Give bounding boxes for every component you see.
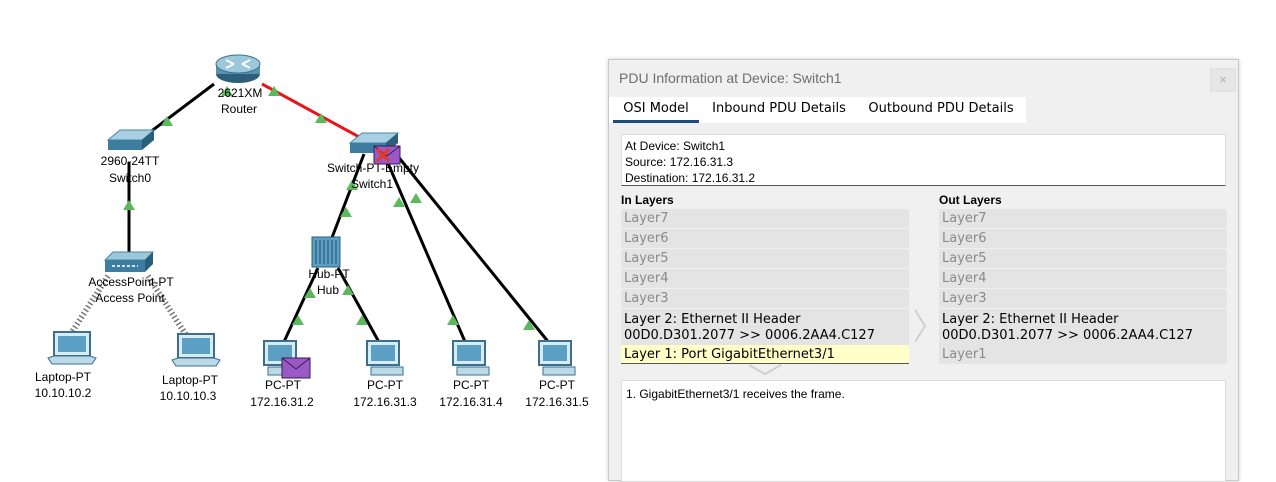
out-layer-4[interactable]: Layer4 — [939, 269, 1227, 288]
in-layer-2-title: Layer 2: Ethernet II Header — [624, 312, 801, 327]
laptop1-ip-label: 10.10.10.2 — [35, 386, 92, 400]
link-light-icon — [410, 193, 422, 203]
pc-icon[interactable] — [538, 340, 576, 376]
switch1-name-label: Switch1 — [351, 177, 393, 191]
out-layer-2-title: Layer 2: Ethernet II Header — [942, 312, 1119, 327]
pc-icon[interactable] — [452, 340, 490, 376]
in-layer-7[interactable]: Layer7 — [621, 209, 909, 228]
out-layer-5[interactable]: Layer5 — [939, 249, 1227, 268]
link-router-switch1[interactable] — [261, 82, 373, 146]
forward-arrow-icon — [914, 309, 927, 343]
switch1-model-label: Switch-PT-Empty — [327, 161, 419, 175]
in-layer-4[interactable]: Layer4 — [621, 269, 909, 288]
pdu-envelope-icon[interactable] — [281, 357, 311, 379]
out-layer-1[interactable]: Layer1 — [939, 345, 1227, 364]
pc2-model-label: PC-PT — [367, 378, 404, 392]
out-layer-3[interactable]: Layer3 — [939, 289, 1227, 308]
link-light-icon — [123, 200, 135, 210]
hub-icon[interactable] — [311, 236, 341, 268]
window-title: PDU Information at Device: Switch1 — [619, 70, 842, 86]
laptop1-model-label: Laptop-PT — [35, 370, 92, 384]
laptop-icon[interactable] — [47, 331, 97, 365]
pc4-ip-label: 172.16.31.5 — [525, 395, 589, 409]
down-arrow-icon — [748, 364, 782, 376]
switch0-name-label: Switch0 — [109, 171, 151, 185]
pc3-ip-label: 172.16.31.4 — [439, 395, 503, 409]
in-layer-2-mac: 00D0.D301.2077 >> 0006.2AA4.C127 — [624, 328, 875, 343]
pc-icon[interactable] — [366, 340, 404, 376]
link-switch1-pc3[interactable] — [382, 153, 468, 345]
pdu-information-window: PDU Information at Device: Switch1 × OSI… — [608, 59, 1239, 482]
in-layer-5[interactable]: Layer5 — [621, 249, 909, 268]
pc3-model-label: PC-PT — [453, 378, 490, 392]
access-point-icon[interactable] — [103, 251, 155, 272]
out-layers-heading: Out Layers — [939, 193, 1002, 207]
source-text: Source: 172.16.31.3 — [625, 155, 734, 169]
pc1-model-label: PC-PT — [265, 378, 302, 392]
close-button[interactable]: × — [1210, 68, 1236, 92]
pc1-ip-label: 172.16.31.2 — [250, 395, 314, 409]
switch-icon[interactable] — [106, 129, 156, 150]
hub-name-label: Hub — [317, 283, 339, 297]
out-layer-6[interactable]: Layer6 — [939, 229, 1227, 248]
in-layer-6[interactable]: Layer6 — [621, 229, 909, 248]
laptop2-ip-label: 10.10.10.3 — [160, 389, 217, 403]
tab-osi-model[interactable]: OSI Model — [613, 97, 699, 123]
pc2-ip-label: 172.16.31.3 — [353, 395, 417, 409]
out-layer-2[interactable]: Layer 2: Ethernet II Header 00D0.D301.20… — [939, 309, 1227, 347]
link-switch1-pc4[interactable] — [394, 153, 552, 345]
ap-model-label: AccessPoint-PT — [88, 275, 174, 289]
in-layer-3[interactable]: Layer3 — [621, 289, 909, 308]
pdu-envelope-icon[interactable] — [373, 145, 401, 165]
layer-description-box: 1. GigabitEthernet3/1 receives the frame… — [621, 380, 1226, 482]
in-layer-2[interactable]: Layer 2: Ethernet II Header 00D0.D301.20… — [621, 309, 909, 347]
network-topology: 2621XM Router 2960-24TT Switch0 Switch-P… — [35, 54, 589, 409]
switch0-model-label: 2960-24TT — [101, 154, 160, 168]
ap-name-label: Access Point — [95, 291, 165, 305]
router-icon[interactable] — [215, 54, 261, 83]
router-model-label: 2621XM — [218, 86, 263, 100]
out-layer-7[interactable]: Layer7 — [939, 209, 1227, 228]
hub-model-label: Hub-PT — [308, 267, 350, 281]
router-name-label: Router — [221, 102, 257, 116]
out-layer-2-mac: 00D0.D301.2077 >> 0006.2AA4.C127 — [942, 328, 1193, 343]
layer-description-text: 1. GigabitEthernet3/1 receives the frame… — [626, 387, 845, 401]
at-device-text: At Device: Switch1 — [625, 139, 726, 153]
tab-outbound-pdu-details[interactable]: Outbound PDU Details — [861, 97, 1021, 121]
links — [67, 82, 552, 345]
laptop-icon[interactable] — [171, 333, 221, 367]
laptop2-model-label: Laptop-PT — [162, 373, 219, 387]
pdu-summary-box: At Device: Switch1 Source: 172.16.31.3 D… — [621, 134, 1226, 186]
in-layers-heading: In Layers — [621, 193, 674, 207]
pc4-model-label: PC-PT — [539, 378, 576, 392]
link-light-icon — [342, 285, 354, 295]
tab-inbound-pdu-details[interactable]: Inbound PDU Details — [705, 97, 853, 121]
destination-text: Destination: 172.16.31.2 — [625, 171, 756, 185]
